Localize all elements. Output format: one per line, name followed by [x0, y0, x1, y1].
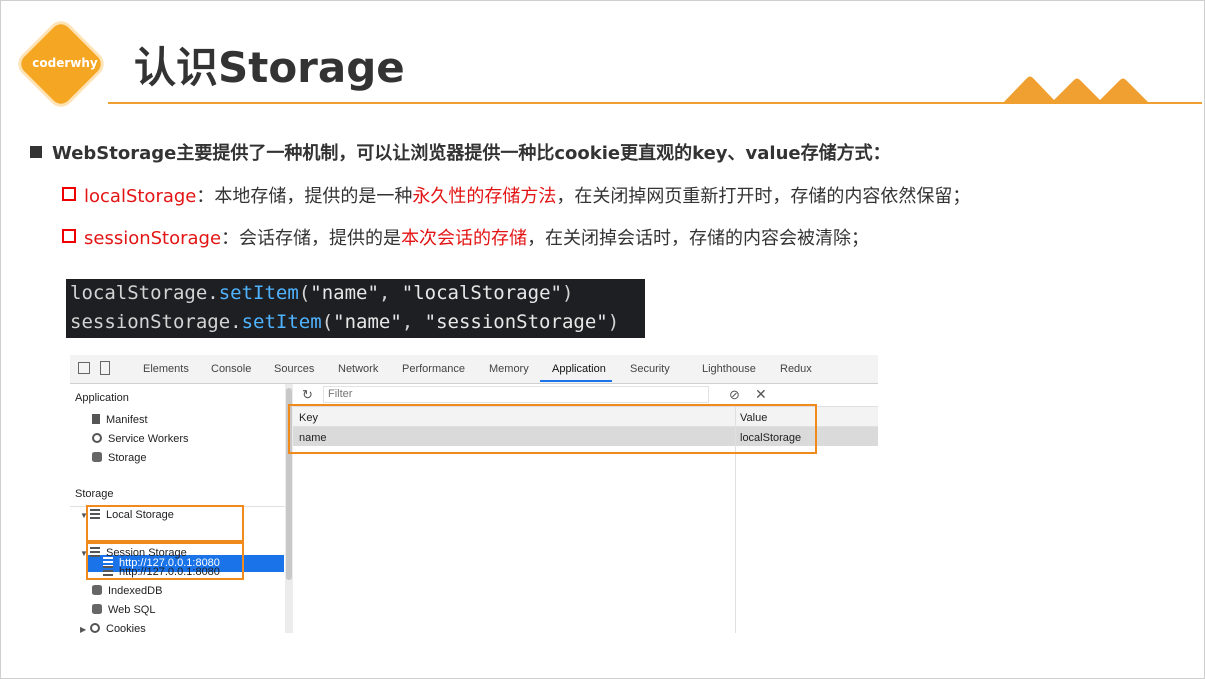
- code-paren: ): [561, 282, 574, 304]
- tab-security[interactable]: Security: [630, 363, 670, 375]
- code-string: "name": [333, 311, 402, 333]
- local-storage-desc-a: ：本地存储，提供的是一种: [196, 186, 413, 207]
- document-icon: [92, 414, 100, 424]
- storage-table-panel: ↻ ⊘ ✕ Key Value name localStorage: [288, 384, 878, 633]
- device-toolbar-icon[interactable]: [100, 361, 110, 375]
- code-paren: (: [298, 282, 311, 304]
- code-dot: .: [207, 282, 219, 304]
- highlight-box-session: [86, 542, 244, 580]
- expand-arrow-icon[interactable]: ▶: [80, 625, 90, 634]
- sidebar-item-storage[interactable]: Storage: [92, 452, 147, 464]
- delete-selected-icon[interactable]: ✕: [755, 386, 767, 403]
- tab-application[interactable]: Application: [552, 363, 606, 375]
- main-bullet-text: WebStorage主要提供了一种机制，可以让浏览器提供一种比cookie更直观…: [52, 143, 891, 164]
- session-storage-desc-b: ，在关闭掉会话时，存储的内容会被清除；: [527, 228, 870, 249]
- database-icon: [92, 604, 102, 614]
- hills-decoration: [1002, 76, 1150, 104]
- inspect-element-icon[interactable]: [78, 362, 90, 374]
- tab-lighthouse[interactable]: Lighthouse: [702, 363, 756, 375]
- application-heading: Application: [75, 392, 129, 404]
- devtools-tabbar: Elements Console Sources Network Perform…: [70, 355, 878, 384]
- sidebar-item-label: Cookies: [106, 623, 146, 635]
- sidebar-item-service-workers[interactable]: Service Workers: [92, 433, 188, 445]
- gear-icon: [92, 433, 102, 443]
- sidebar-item-label: IndexedDB: [108, 585, 163, 597]
- code-comma: ,: [378, 282, 402, 304]
- page-title: 认识Storage: [134, 43, 405, 92]
- application-sidebar: Application Manifest Service Workers Sto…: [70, 384, 285, 635]
- session-storage-highlight: 本次会话的存储: [401, 228, 528, 249]
- tab-network[interactable]: Network: [338, 363, 378, 375]
- tab-sources[interactable]: Sources: [274, 363, 314, 375]
- code-function: setItem: [241, 311, 322, 333]
- bullet-square-red-icon: [62, 229, 76, 243]
- sidebar-item-label: Web SQL: [108, 604, 156, 616]
- refresh-icon[interactable]: ↻: [302, 387, 313, 403]
- code-comma: ,: [401, 311, 425, 333]
- cookie-icon: [90, 623, 100, 633]
- tab-memory[interactable]: Memory: [489, 363, 529, 375]
- tab-redux[interactable]: Redux: [780, 363, 812, 375]
- sidebar-item-label: Service Workers: [108, 433, 189, 445]
- code-block: localStorage.setItem("name", "localStora…: [66, 279, 645, 338]
- code-object: localStorage: [70, 282, 208, 304]
- sidebar-item-websql[interactable]: Web SQL: [92, 604, 156, 616]
- code-string: "localStorage": [401, 282, 562, 304]
- logo-text: coderwhy: [32, 56, 98, 70]
- sidebar-item-indexeddb[interactable]: IndexedDB: [92, 585, 162, 597]
- tab-elements[interactable]: Elements: [143, 363, 189, 375]
- code-function: setItem: [218, 282, 299, 304]
- filter-input[interactable]: [323, 386, 709, 403]
- storage-heading: Storage: [75, 488, 114, 500]
- main-bullet: WebStorage主要提供了一种机制，可以让浏览器提供一种比cookie更直观…: [30, 139, 891, 165]
- code-string: "name": [310, 282, 379, 304]
- local-storage-bullet: localStorage：本地存储，提供的是一种永久性的存储方法，在关闭掉网页重…: [62, 182, 970, 208]
- code-paren: ): [607, 311, 620, 333]
- bullet-square-icon: [30, 146, 42, 158]
- highlight-box-table: [288, 404, 817, 454]
- session-storage-desc-a: ：会话存储，提供的是: [221, 228, 402, 249]
- code-paren: (: [321, 311, 334, 333]
- sidebar-item-label: Storage: [108, 452, 147, 464]
- clear-all-icon[interactable]: ⊘: [729, 387, 740, 403]
- session-storage-term: sessionStorage: [84, 228, 222, 249]
- tab-console[interactable]: Console: [211, 363, 251, 375]
- local-storage-desc-b: ，在关闭掉网页重新打开时，存储的内容依然保留；: [556, 186, 971, 207]
- sidebar-item-label: Manifest: [106, 414, 148, 426]
- devtools-panel: Elements Console Sources Network Perform…: [70, 355, 878, 635]
- code-line-2: sessionStorage.setItem("name", "sessionS…: [70, 308, 645, 337]
- local-storage-term: localStorage: [84, 186, 197, 207]
- sidebar-item-manifest[interactable]: Manifest: [92, 414, 148, 426]
- session-storage-bullet: sessionStorage：会话存储，提供的是本次会话的存储，在关闭掉会话时，…: [62, 224, 869, 250]
- sidebar-item-cookies[interactable]: ▶ Cookies: [80, 623, 146, 635]
- highlight-box-local: [86, 505, 244, 542]
- code-dot: .: [230, 311, 242, 333]
- code-line-1: localStorage.setItem("name", "localStora…: [70, 279, 645, 308]
- tab-performance[interactable]: Performance: [402, 363, 465, 375]
- code-object: sessionStorage: [70, 311, 231, 333]
- active-tab-indicator: [540, 380, 612, 382]
- database-icon: [92, 452, 102, 462]
- bullet-square-red-icon: [62, 187, 76, 201]
- database-icon: [92, 585, 102, 595]
- local-storage-highlight: 永久性的存储方法: [412, 186, 557, 207]
- code-string: "sessionStorage": [424, 311, 608, 333]
